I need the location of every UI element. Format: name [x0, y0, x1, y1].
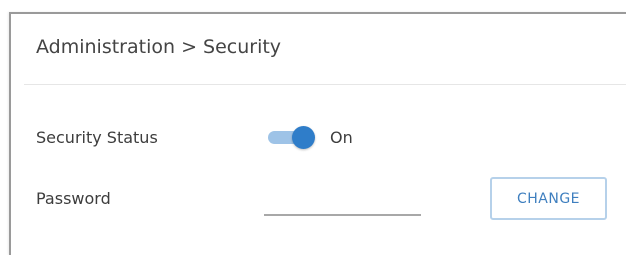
- security-status-label: Security Status: [36, 128, 158, 147]
- header-divider: [24, 84, 626, 85]
- password-label: Password: [36, 189, 111, 208]
- breadcrumb: Administration > Security: [36, 36, 282, 58]
- toggle-knob: [292, 126, 315, 149]
- change-password-button[interactable]: CHANGE: [490, 177, 607, 220]
- security-status-toggle[interactable]: [266, 126, 320, 149]
- security-page: Administration > Security Security Statu…: [0, 0, 626, 255]
- security-status-value: On: [330, 128, 353, 147]
- password-field[interactable]: [264, 188, 421, 216]
